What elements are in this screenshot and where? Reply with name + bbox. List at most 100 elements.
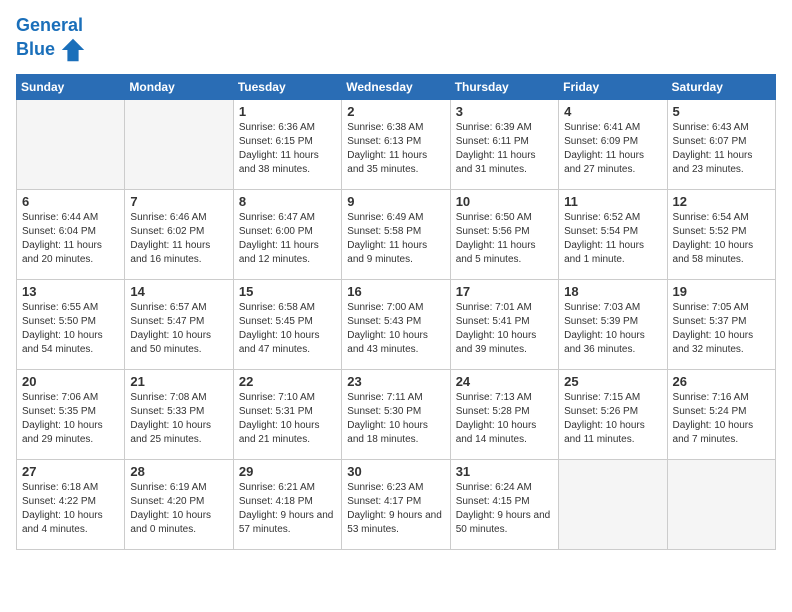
calendar-cell: 4 Sunrise: 6:41 AM Sunset: 6:09 PM Daylig… (559, 99, 667, 189)
day-info: Sunrise: 7:00 AM Sunset: 5:43 PM Dayligh… (347, 301, 444, 357)
calendar-cell: 13 Sunrise: 6:55 AM Sunset: 5:50 PM Dayli… (17, 279, 125, 369)
day-info: Sunrise: 6:57 AM Sunset: 5:47 PM Dayligh… (130, 301, 227, 357)
day-number: 18 (564, 284, 661, 299)
calendar-cell: 19 Sunrise: 7:05 AM Sunset: 5:37 PM Dayli… (667, 279, 775, 369)
calendar-cell: 10 Sunrise: 6:50 AM Sunset: 5:56 PM Dayli… (450, 189, 558, 279)
calendar-cell: 25 Sunrise: 7:15 AM Sunset: 5:26 PM Dayli… (559, 369, 667, 459)
calendar-cell: 17 Sunrise: 7:01 AM Sunset: 5:41 PM Dayli… (450, 279, 558, 369)
day-info: Sunrise: 7:08 AM Sunset: 5:33 PM Dayligh… (130, 391, 227, 447)
weekday-header-tuesday: Tuesday (233, 74, 341, 99)
day-number: 28 (130, 464, 227, 479)
calendar-cell (125, 99, 233, 189)
day-number: 4 (564, 104, 661, 119)
calendar-cell: 8 Sunrise: 6:47 AM Sunset: 6:00 PM Daylig… (233, 189, 341, 279)
day-info: Sunrise: 6:24 AM Sunset: 4:15 PM Dayligh… (456, 481, 553, 537)
day-number: 30 (347, 464, 444, 479)
weekday-header-wednesday: Wednesday (342, 74, 450, 99)
day-number: 12 (673, 194, 770, 209)
day-number: 3 (456, 104, 553, 119)
calendar-cell: 27Sunrise: 6:18 AM Sunset: 4:22 PM Dayli… (17, 459, 125, 549)
logo: General Blue (16, 16, 87, 64)
day-info: Sunrise: 6:46 AM Sunset: 6:02 PM Dayligh… (130, 211, 227, 267)
day-info: Sunrise: 6:23 AM Sunset: 4:17 PM Dayligh… (347, 481, 444, 537)
day-info: Sunrise: 6:54 AM Sunset: 5:52 PM Dayligh… (673, 211, 770, 267)
day-info: Sunrise: 7:10 AM Sunset: 5:31 PM Dayligh… (239, 391, 336, 447)
day-info: Sunrise: 7:15 AM Sunset: 5:26 PM Dayligh… (564, 391, 661, 447)
day-number: 31 (456, 464, 553, 479)
day-number: 20 (22, 374, 119, 389)
calendar-table: SundayMondayTuesdayWednesdayThursdayFrid… (16, 74, 776, 550)
calendar-cell: 24 Sunrise: 7:13 AM Sunset: 5:28 PM Dayli… (450, 369, 558, 459)
calendar-cell: 20 Sunrise: 7:06 AM Sunset: 5:35 PM Dayli… (17, 369, 125, 459)
day-info: Sunrise: 6:44 AM Sunset: 6:04 PM Dayligh… (22, 211, 119, 267)
day-number: 11 (564, 194, 661, 209)
day-number: 7 (130, 194, 227, 209)
day-number: 23 (347, 374, 444, 389)
calendar-cell: 22 Sunrise: 7:10 AM Sunset: 5:31 PM Dayli… (233, 369, 341, 459)
day-number: 1 (239, 104, 336, 119)
calendar-cell: 31 Sunrise: 6:24 AM Sunset: 4:15 PM Dayli… (450, 459, 558, 549)
calendar-cell: 30 Sunrise: 6:23 AM Sunset: 4:17 PM Dayli… (342, 459, 450, 549)
calendar-cell: 18 Sunrise: 7:03 AM Sunset: 5:39 PM Dayli… (559, 279, 667, 369)
day-info: Sunrise: 6:47 AM Sunset: 6:00 PM Dayligh… (239, 211, 336, 267)
day-number: 10 (456, 194, 553, 209)
day-info: Sunrise: 6:38 AM Sunset: 6:13 PM Dayligh… (347, 121, 444, 177)
page-header: General Blue (16, 16, 776, 64)
day-info: Sunrise: 6:58 AM Sunset: 5:45 PM Dayligh… (239, 301, 336, 357)
calendar-cell (667, 459, 775, 549)
calendar-cell: 1Sunrise: 6:36 AM Sunset: 6:15 PM Daylig… (233, 99, 341, 189)
calendar-cell: 26Sunrise: 7:16 AM Sunset: 5:24 PM Dayli… (667, 369, 775, 459)
day-info: Sunrise: 6:52 AM Sunset: 5:54 PM Dayligh… (564, 211, 661, 267)
day-info: Sunrise: 6:39 AM Sunset: 6:11 PM Dayligh… (456, 121, 553, 177)
day-number: 5 (673, 104, 770, 119)
day-number: 29 (239, 464, 336, 479)
day-info: Sunrise: 6:50 AM Sunset: 5:56 PM Dayligh… (456, 211, 553, 267)
calendar-cell (559, 459, 667, 549)
day-number: 19 (673, 284, 770, 299)
day-number: 9 (347, 194, 444, 209)
day-info: Sunrise: 6:41 AM Sunset: 6:09 PM Dayligh… (564, 121, 661, 177)
day-info: Sunrise: 7:03 AM Sunset: 5:39 PM Dayligh… (564, 301, 661, 357)
logo-text2: Blue (16, 36, 87, 64)
day-number: 15 (239, 284, 336, 299)
day-info: Sunrise: 6:55 AM Sunset: 5:50 PM Dayligh… (22, 301, 119, 357)
day-number: 14 (130, 284, 227, 299)
day-info: Sunrise: 6:43 AM Sunset: 6:07 PM Dayligh… (673, 121, 770, 177)
calendar-cell: 5 Sunrise: 6:43 AM Sunset: 6:07 PM Daylig… (667, 99, 775, 189)
day-number: 17 (456, 284, 553, 299)
weekday-header-sunday: Sunday (17, 74, 125, 99)
calendar-cell: 23 Sunrise: 7:11 AM Sunset: 5:30 PM Dayli… (342, 369, 450, 459)
day-number: 25 (564, 374, 661, 389)
day-info: Sunrise: 7:05 AM Sunset: 5:37 PM Dayligh… (673, 301, 770, 357)
calendar-cell: 6Sunrise: 6:44 AM Sunset: 6:04 PM Daylig… (17, 189, 125, 279)
logo-text: General (16, 16, 87, 36)
day-info: Sunrise: 6:49 AM Sunset: 5:58 PM Dayligh… (347, 211, 444, 267)
day-number: 22 (239, 374, 336, 389)
calendar-cell: 28 Sunrise: 6:19 AM Sunset: 4:20 PM Dayli… (125, 459, 233, 549)
calendar-cell: 7 Sunrise: 6:46 AM Sunset: 6:02 PM Daylig… (125, 189, 233, 279)
calendar-cell: 9 Sunrise: 6:49 AM Sunset: 5:58 PM Daylig… (342, 189, 450, 279)
day-info: Sunrise: 7:11 AM Sunset: 5:30 PM Dayligh… (347, 391, 444, 447)
day-number: 13 (22, 284, 119, 299)
day-number: 24 (456, 374, 553, 389)
calendar-cell: 16Sunrise: 7:00 AM Sunset: 5:43 PM Dayli… (342, 279, 450, 369)
calendar-cell: 3 Sunrise: 6:39 AM Sunset: 6:11 PM Daylig… (450, 99, 558, 189)
weekday-header-monday: Monday (125, 74, 233, 99)
day-number: 27 (22, 464, 119, 479)
day-number: 2 (347, 104, 444, 119)
calendar-cell: 14 Sunrise: 6:57 AM Sunset: 5:47 PM Dayli… (125, 279, 233, 369)
weekday-header-thursday: Thursday (450, 74, 558, 99)
day-info: Sunrise: 7:01 AM Sunset: 5:41 PM Dayligh… (456, 301, 553, 357)
calendar-cell: 2 Sunrise: 6:38 AM Sunset: 6:13 PM Daylig… (342, 99, 450, 189)
weekday-header-friday: Friday (559, 74, 667, 99)
day-info: Sunrise: 7:16 AM Sunset: 5:24 PM Dayligh… (673, 391, 770, 447)
weekday-header-saturday: Saturday (667, 74, 775, 99)
day-info: Sunrise: 7:13 AM Sunset: 5:28 PM Dayligh… (456, 391, 553, 447)
calendar-cell: 29 Sunrise: 6:21 AM Sunset: 4:18 PM Dayli… (233, 459, 341, 549)
day-info: Sunrise: 7:06 AM Sunset: 5:35 PM Dayligh… (22, 391, 119, 447)
calendar-cell: 21Sunrise: 7:08 AM Sunset: 5:33 PM Dayli… (125, 369, 233, 459)
day-info: Sunrise: 6:19 AM Sunset: 4:20 PM Dayligh… (130, 481, 227, 537)
day-info: Sunrise: 6:21 AM Sunset: 4:18 PM Dayligh… (239, 481, 336, 537)
day-number: 8 (239, 194, 336, 209)
calendar-cell (17, 99, 125, 189)
